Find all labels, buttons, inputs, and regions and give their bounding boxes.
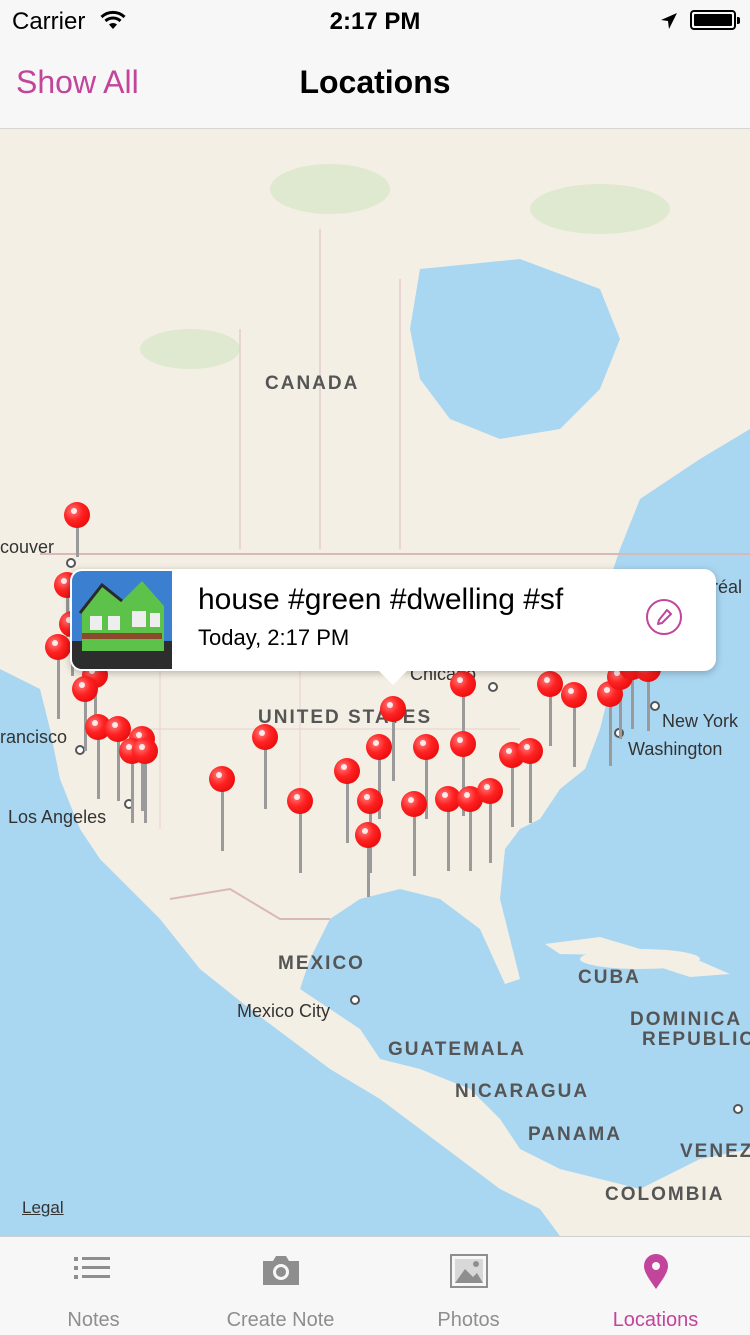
map-pin[interactable] (72, 676, 98, 702)
map-pin[interactable] (366, 734, 392, 760)
map-pin-needle (221, 791, 224, 851)
map-pin-needle (392, 721, 395, 781)
map-pin[interactable] (477, 778, 503, 804)
tab-locations[interactable]: Locations (562, 1237, 749, 1335)
map-pin[interactable] (334, 758, 360, 784)
annotation-callout[interactable]: house #green #dwelling #sf Today, 2:17 P… (70, 569, 716, 685)
map-pin-needle (131, 763, 134, 823)
map-view[interactable]: CANADA UNITED STATES MEXICO CUBA DOMINIC… (0, 129, 750, 1236)
city-dot (733, 1104, 743, 1114)
map-pin-needle (549, 696, 552, 746)
map-pin-needle (76, 527, 79, 557)
map-pin[interactable] (450, 731, 476, 757)
map-pin-needle (529, 763, 532, 823)
status-bar: Carrier 2:17 PM (0, 0, 750, 40)
map-pin-needle (447, 811, 450, 871)
label-los-angeles: Los Angeles (8, 807, 107, 827)
map-base (0, 129, 750, 1236)
tab-label: Create Note (226, 1309, 335, 1331)
map-pin-icon (644, 1254, 668, 1289)
map-pin[interactable] (287, 788, 313, 814)
clock: 2:17 PM (329, 8, 421, 35)
map-pin-needle (609, 706, 612, 766)
map-pin-needle (144, 763, 147, 823)
map-pin[interactable] (252, 724, 278, 750)
label-mexico-city: Mexico City (237, 1001, 331, 1021)
label-nicaragua: NICARAGUA (455, 1081, 590, 1102)
map-pin-needle (511, 767, 514, 827)
map-pin[interactable] (561, 682, 587, 708)
map-pin[interactable] (64, 502, 90, 528)
label-washington: Washington (628, 739, 723, 759)
legal-link[interactable]: Legal (22, 1198, 64, 1218)
label-dominican-republic-1: DOMINICA (630, 1009, 743, 1030)
map-pin-needle (647, 681, 650, 731)
label-dominican-republic-2: REPUBLIC (642, 1029, 750, 1050)
label-vancouver: couver (0, 537, 55, 557)
list-icon (74, 1257, 110, 1279)
page-title: Locations (299, 64, 451, 100)
location-services-icon (661, 13, 677, 29)
edit-pencil-icon[interactable] (646, 599, 682, 635)
map-pin[interactable] (132, 738, 158, 764)
camera-icon (263, 1256, 299, 1285)
callout-subtitle: Today, 2:17 PM (198, 625, 350, 650)
map-pin-needle (346, 783, 349, 843)
tab-bar: Notes Create Note Photos Locations (0, 1236, 750, 1335)
map-pin-needle (413, 816, 416, 876)
label-cuba: CUBA (578, 967, 641, 988)
map-pin-needle (57, 659, 60, 719)
map-pin-needle (573, 707, 576, 767)
map-pin[interactable] (517, 738, 543, 764)
label-san-francisco: rancisco (0, 727, 68, 747)
map-pin[interactable] (209, 766, 235, 792)
label-venezuela: VENEZ (680, 1141, 750, 1162)
photo-icon (450, 1254, 488, 1288)
label-colombia: COLOMBIA (605, 1184, 725, 1205)
label-montreal: réal (712, 577, 743, 597)
note-photo-thumbnail[interactable] (72, 571, 172, 669)
map-pin[interactable] (413, 734, 439, 760)
battery-icon (690, 10, 740, 30)
callout-title: house #green #dwelling #sf (198, 583, 564, 616)
city-dot (350, 995, 360, 1005)
label-guatemala: GUATEMALA (388, 1039, 526, 1060)
label-panama: PANAMA (528, 1124, 622, 1145)
map-pin[interactable] (380, 696, 406, 722)
map-pin-needle (299, 813, 302, 873)
city-dot (488, 682, 498, 692)
map-pin-needle (97, 739, 100, 799)
tab-create-note[interactable]: Create Note (187, 1237, 374, 1335)
city-dot (66, 558, 76, 568)
map-pin[interactable] (537, 671, 563, 697)
map-pin-needle (264, 749, 267, 809)
label-new-york: New York (662, 711, 739, 731)
map-pin-needle (631, 679, 634, 729)
map-pin-needle (469, 811, 472, 871)
map-pin[interactable] (45, 634, 71, 660)
navigation-bar: Show All Locations (0, 40, 750, 129)
tab-photos[interactable]: Photos (375, 1237, 562, 1335)
tab-notes[interactable]: Notes (0, 1237, 187, 1335)
map-pin-needle (489, 803, 492, 863)
tab-label: Photos (437, 1309, 500, 1331)
tab-label: Locations (612, 1309, 699, 1331)
map-pin[interactable] (355, 822, 381, 848)
map-pin[interactable] (450, 671, 476, 697)
map-pin[interactable] (357, 788, 383, 814)
label-canada: CANADA (265, 373, 360, 394)
city-dot (650, 701, 660, 711)
label-mexico: MEXICO (278, 953, 365, 974)
label-united-states: UNITED STATES (258, 707, 433, 728)
map-pin[interactable] (401, 791, 427, 817)
map-pin-needle (367, 847, 370, 897)
tab-label: Notes (67, 1309, 120, 1331)
